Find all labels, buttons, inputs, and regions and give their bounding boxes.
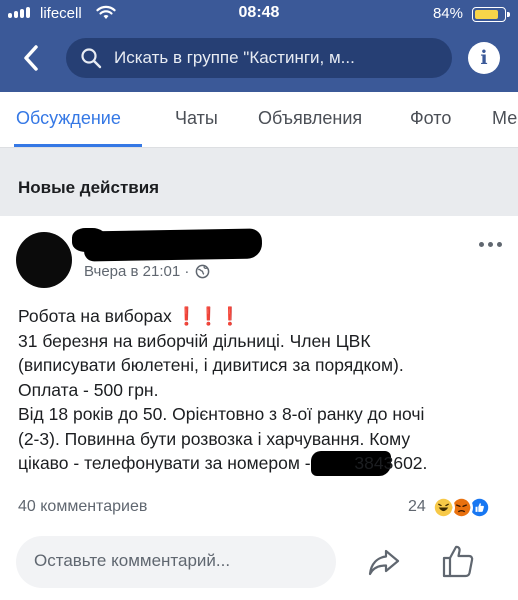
exclamation-emoji: ❗❗❗ xyxy=(175,306,242,326)
group-tabs: Обсуждение Чаты Объявления Фото Ме xyxy=(0,92,518,148)
thumbs-up-icon xyxy=(442,545,474,578)
phone-number-link[interactable]: 00003843602. xyxy=(311,451,428,476)
tab-photos[interactable]: Фото xyxy=(410,108,451,129)
like-button[interactable] xyxy=(440,542,476,580)
comment-input[interactable]: Оставьте комментарий... xyxy=(16,536,336,588)
tab-more-cut[interactable]: Ме xyxy=(492,108,517,129)
share-button[interactable] xyxy=(366,544,402,580)
post-meta: Вчера в 21:01 · xyxy=(84,263,210,280)
section-header: Новые действия xyxy=(0,148,518,216)
post-line: цікаво - телефонувати за номером - 00003… xyxy=(18,451,508,476)
info-button[interactable]: i xyxy=(468,42,500,74)
search-placeholder: Искать в группе "Кастинги, м... xyxy=(114,48,355,67)
more-options-button[interactable] xyxy=(479,242,502,247)
post-line: Оплата - 500 грн. xyxy=(18,379,159,400)
status-bar: lifecell 08:48 84% xyxy=(0,0,518,28)
post-body: Робота на виборах ❗❗❗ 31 березня на вибор… xyxy=(18,304,508,476)
post-line: (виписувати бюлетені, і дивитися за поря… xyxy=(18,355,404,375)
back-button[interactable] xyxy=(18,42,46,74)
post-line-text: цікаво - телефонувати за номером - xyxy=(18,453,316,473)
battery-icon xyxy=(472,7,510,22)
app-header: lifecell 08:48 84% Искать в группе "Каст… xyxy=(0,0,518,92)
haha-reaction-icon xyxy=(432,496,455,519)
comment-placeholder: Оставьте комментарий... xyxy=(34,551,231,570)
battery-percent: 84% xyxy=(432,5,463,22)
section-title: Новые действия xyxy=(18,178,160,197)
comments-count-link[interactable]: 40 комментариев xyxy=(18,498,147,516)
tab-chats[interactable]: Чаты xyxy=(175,108,218,129)
post-line: 31 березня на виборчій дільниці. Член ЦВ… xyxy=(18,330,371,351)
post-timestamp[interactable]: Вчера в 21:01 · xyxy=(84,263,189,280)
tab-announcements[interactable]: Объявления xyxy=(258,108,362,129)
group-search-input[interactable]: Искать в группе "Кастинги, м... xyxy=(66,38,452,78)
tab-discussion[interactable]: Обсуждение xyxy=(16,108,121,129)
reactions-summary[interactable] xyxy=(432,496,504,520)
phone-visible-digits: 3843602. xyxy=(354,453,428,473)
globe-icon xyxy=(196,264,210,279)
chevron-left-icon xyxy=(24,45,38,71)
reactions-count[interactable]: 24 xyxy=(408,498,426,516)
search-icon xyxy=(81,48,102,69)
active-tab-indicator xyxy=(14,144,142,147)
share-icon xyxy=(368,549,400,576)
author-name-redaction[interactable] xyxy=(83,228,263,262)
post-line-text: Робота на виборах xyxy=(18,306,172,326)
author-avatar-redacted[interactable] xyxy=(16,232,72,288)
post-card: Вчера в 21:01 · Робота на виборах ❗❗❗ 31 … xyxy=(0,216,518,600)
post-line: Робота на виборах ❗❗❗ xyxy=(18,304,508,329)
post-line: Від 18 років до 50. Орієнтовно з 8-ої ра… xyxy=(18,404,425,424)
post-line: (2-3). Повинна бути розвозка і харчуванн… xyxy=(18,428,411,449)
